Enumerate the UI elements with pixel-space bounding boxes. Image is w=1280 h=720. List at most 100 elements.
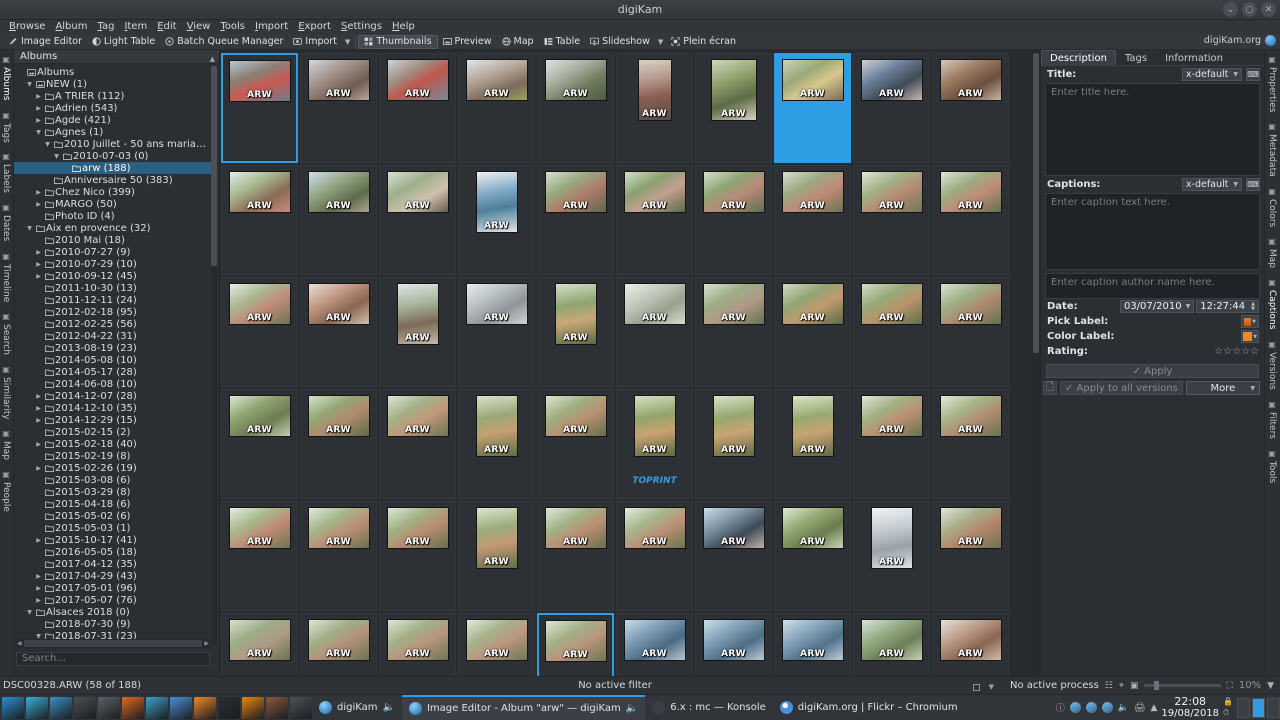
album-tree-item[interactable]: 2015-05-02 (6) xyxy=(14,510,212,522)
album-tree-item[interactable]: 2015-03-29 (8) xyxy=(14,486,212,498)
toolbar-button-batch-queue-manager[interactable]: Batch Queue Manager xyxy=(160,35,288,49)
sidebar-tab-labels[interactable]: ▣ Labels xyxy=(1,147,11,198)
toolbar-dropdown-caret[interactable]: ▼ xyxy=(655,38,666,46)
album-tree-item[interactable]: ▼ NEW (1) xyxy=(14,78,212,90)
album-tree-item[interactable]: arw (188) xyxy=(14,162,212,174)
thumbnail-cell[interactable]: ARW xyxy=(774,53,851,163)
toolbar-button-map[interactable]: Map xyxy=(497,35,539,49)
thumbnail-cell[interactable]: ARW xyxy=(221,501,298,611)
album-tree-item[interactable]: 2010 Mai (18) xyxy=(14,234,212,246)
chevron-right-icon[interactable]: ▶ xyxy=(34,273,43,280)
filter-square-icon[interactable] xyxy=(973,684,980,691)
scroll-thumb[interactable] xyxy=(1033,53,1039,353)
vlc-icon[interactable] xyxy=(242,696,264,719)
album-tree-item[interactable]: 2015-05-03 (1) xyxy=(14,522,212,534)
album-tree-item[interactable]: 2015-04-18 (6) xyxy=(14,498,212,510)
rating-stars[interactable]: ☆☆☆☆☆ xyxy=(1214,346,1259,357)
menu-item-edit[interactable]: Edit xyxy=(152,20,181,34)
thumbnail-cell[interactable]: ARW xyxy=(537,389,614,499)
captions-translate-button[interactable]: ⌨ xyxy=(1246,178,1260,191)
album-tree-item[interactable]: 2013-08-19 (23) xyxy=(14,342,212,354)
thumbnail-cell[interactable]: ARW xyxy=(695,53,772,163)
album-tree-item[interactable]: 2014-05-08 (10) xyxy=(14,354,212,366)
network-icon[interactable] xyxy=(1085,702,1097,713)
printer-icon[interactable]: 🖨 xyxy=(1134,703,1145,713)
album-tree-item[interactable]: ▶ 2014-12-10 (35) xyxy=(14,402,212,414)
album-tree-vscrollbar[interactable] xyxy=(211,66,217,644)
zoom-slider-knob[interactable] xyxy=(1154,681,1160,690)
album-tree-item[interactable]: 2015-02-19 (8) xyxy=(14,450,212,462)
thumbnail-cell[interactable]: ARW xyxy=(537,165,614,275)
konqueror-icon[interactable] xyxy=(146,696,168,719)
title-language-select[interactable]: x-default ▼ xyxy=(1181,68,1242,81)
zoom-slider[interactable] xyxy=(1144,681,1221,690)
thumbnail-cell[interactable]: ARW xyxy=(300,389,377,499)
taskbar-task[interactable]: Image Editor - Album "arw" — digiKam 🔈 xyxy=(401,694,646,720)
apply-button[interactable]: ✓ Apply xyxy=(1046,364,1259,378)
thumbnail-cell[interactable]: ARW xyxy=(695,389,772,499)
chevron-right-icon[interactable]: ▶ xyxy=(34,573,43,580)
thumbnail-cell[interactable]: ARW xyxy=(221,165,298,275)
spinner-arrows-icon[interactable]: ▲ ▼ xyxy=(1249,301,1255,312)
filter-chevron-icon[interactable]: ▼ xyxy=(989,683,994,691)
chevron-right-icon[interactable]: ▶ xyxy=(34,597,43,604)
chevron-right-icon[interactable]: ▶ xyxy=(34,105,43,112)
date-picker[interactable]: 03/07/2010 ▼ xyxy=(1119,300,1195,313)
sidebar-tab-timeline[interactable]: ▣ Timeline xyxy=(1,247,11,307)
album-tree-item[interactable]: ▼ Alsaces 2018 (0) xyxy=(14,606,212,618)
chevron-right-icon[interactable]: ▶ xyxy=(34,261,43,268)
menu-item-item[interactable]: Item xyxy=(119,20,152,34)
album-tree-item[interactable]: 2012-02-18 (95) xyxy=(14,306,212,318)
thumbnail-cell[interactable]: ARW xyxy=(300,277,377,387)
library-icon[interactable] xyxy=(266,696,288,719)
thumbnail-cell[interactable]: ARW xyxy=(695,501,772,611)
iconview-scrollbar[interactable] xyxy=(1032,50,1040,676)
album-tree-item[interactable]: 2015-03-08 (6) xyxy=(14,474,212,486)
chevron-right-icon[interactable]: ▶ xyxy=(34,117,43,124)
toolbar-button-preview[interactable]: Preview xyxy=(438,35,497,49)
sidebar-tab-search[interactable]: ▣ Search xyxy=(1,307,11,360)
chevron-down-icon[interactable]: ▼ xyxy=(25,81,34,88)
sidebar-tab-similarity[interactable]: ▣ Similarity xyxy=(1,360,11,425)
album-tree-hscrollbar[interactable]: ◀ ▶ xyxy=(16,639,210,648)
thumbnail-cell[interactable]: ARW xyxy=(774,389,851,499)
thumbnail-cell[interactable]: ARW xyxy=(458,501,535,611)
sidebar-tab-filters[interactable]: ▣ Filters xyxy=(1267,395,1277,444)
album-tree-item[interactable]: 2018-07-30 (9) xyxy=(14,618,212,630)
thumbnail-cell[interactable]: ARW TOPRINT xyxy=(616,389,693,499)
sidebar-tab-tags[interactable]: ▣ Tags xyxy=(1,106,11,148)
album-tree-item[interactable]: Anniversaire 50 (383) xyxy=(14,174,212,186)
thumbnail-cell[interactable]: ARW xyxy=(616,501,693,611)
album-tree-item[interactable]: ▶ A TRIER (112) xyxy=(14,90,212,102)
chevron-down-icon[interactable]: ▼ xyxy=(52,153,61,160)
toolbar-button-light-table[interactable]: Light Table xyxy=(87,35,160,49)
scroll-right-icon[interactable]: ▶ xyxy=(204,640,209,647)
copy-metadata-icon[interactable]: 🗋 xyxy=(1043,381,1057,395)
album-tree-item[interactable]: 2016-05-05 (18) xyxy=(14,546,212,558)
menu-item-help[interactable]: Help xyxy=(387,20,420,34)
thumbnail-cell[interactable]: ARW xyxy=(853,165,930,275)
maximize-icon[interactable]: ○ xyxy=(1242,2,1257,17)
toolbar-button-slideshow[interactable]: Slideshow xyxy=(585,35,655,49)
album-tree-item[interactable]: 2015-02-15 (2) xyxy=(14,426,212,438)
album-tree-item[interactable]: ▶ 2010-07-27 (9) xyxy=(14,246,212,258)
chevron-right-icon[interactable]: ▶ xyxy=(34,201,43,208)
thumbnail-cell[interactable]: ARW xyxy=(379,389,456,499)
chevron-right-icon[interactable]: ▶ xyxy=(34,465,43,472)
thumbnail-cell[interactable]: ARW xyxy=(932,501,1009,611)
tab-description[interactable]: Description xyxy=(1041,50,1116,65)
chevron-right-icon[interactable]: ▶ xyxy=(34,585,43,592)
menu-item-import[interactable]: Import xyxy=(250,20,293,34)
thumbnail-cell[interactable]: ARW xyxy=(853,389,930,499)
menu-item-settings[interactable]: Settings xyxy=(336,20,387,34)
sidebar-tab-tools[interactable]: ▣ Tools xyxy=(1267,444,1277,488)
pick-label-selector[interactable]: ▼ xyxy=(1241,315,1259,328)
thumbnail-cell[interactable]: ARW xyxy=(458,389,535,499)
desktop-2[interactable] xyxy=(1252,697,1265,718)
chromium-icon[interactable] xyxy=(170,696,192,719)
album-tree-item[interactable]: ▶ 2015-10-17 (41) xyxy=(14,534,212,546)
thumbnail-cell[interactable]: ARW xyxy=(300,501,377,611)
thumbnail-cell[interactable]: ARW xyxy=(774,501,851,611)
clipboard-icon[interactable]: ⓘ xyxy=(1056,701,1065,714)
file-manager-icon[interactable] xyxy=(50,696,72,719)
